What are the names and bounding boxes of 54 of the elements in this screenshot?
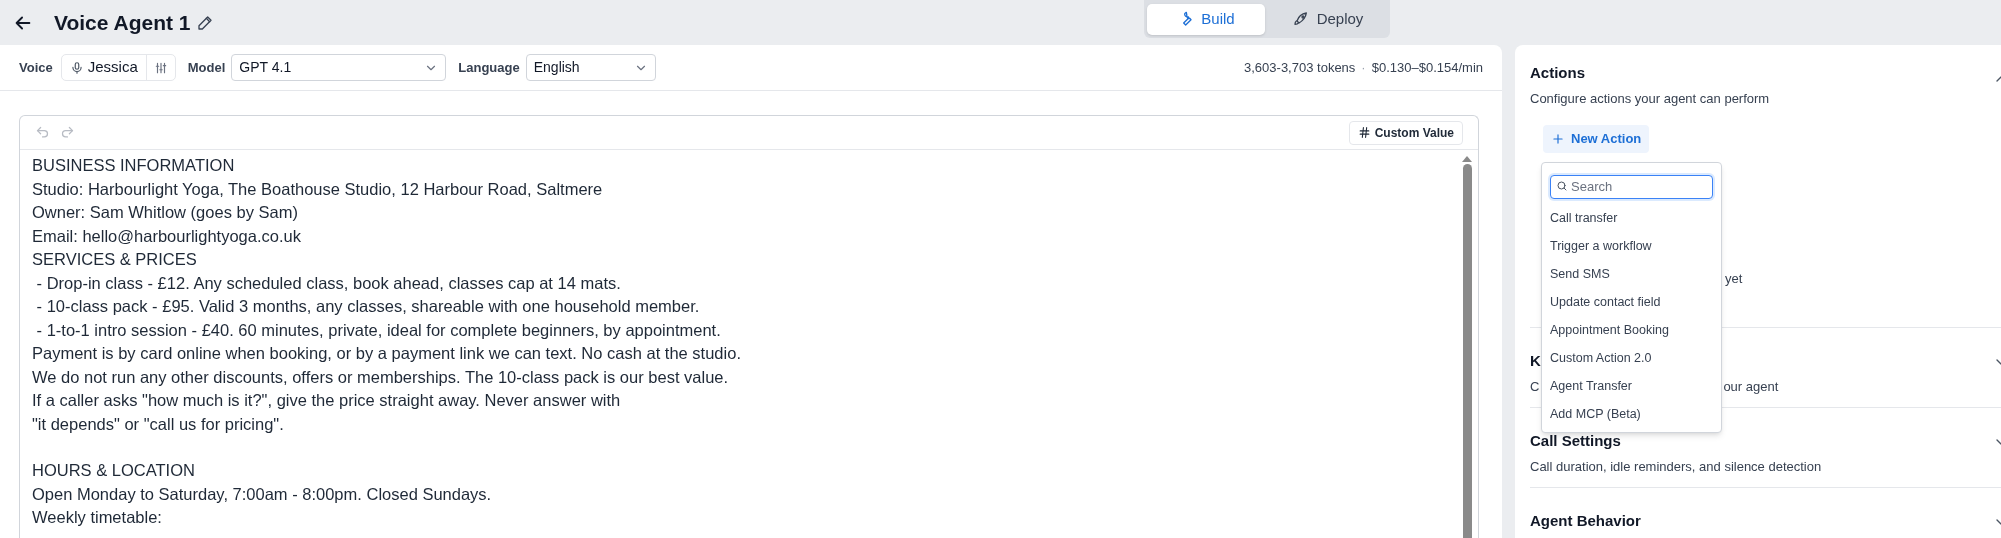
menu-item[interactable]: Add MCP (Beta) bbox=[1542, 400, 1721, 428]
section-description: our agent bbox=[1723, 377, 1779, 396]
menu-item[interactable]: Update contact field bbox=[1542, 288, 1721, 316]
prompt-line: Owner: Sam Whitlow (goes by Sam) bbox=[32, 202, 298, 223]
sliders-icon bbox=[153, 60, 168, 75]
custom-value-button[interactable]: Custom Value bbox=[1348, 120, 1463, 145]
hash-icon bbox=[1357, 126, 1371, 139]
prompt-line: "it depends" or "call us for pricing". bbox=[32, 413, 284, 435]
prompt-line: HOURS & LOCATION bbox=[32, 460, 195, 481]
voice-selector[interactable]: Jessica bbox=[61, 55, 146, 80]
menu-item[interactable]: Send SMS bbox=[1542, 260, 1721, 288]
menu-item[interactable]: Call transfer bbox=[1542, 204, 1721, 232]
section-title: Actions bbox=[1530, 63, 1585, 83]
section-title: Agent Behavior bbox=[1530, 511, 1641, 531]
section-description: Configure actions your agent can perform bbox=[1530, 89, 1770, 108]
pencil-icon[interactable] bbox=[196, 14, 213, 31]
menu-item[interactable]: Trigger a workflow bbox=[1542, 232, 1721, 260]
voice-label: Voice bbox=[19, 58, 53, 77]
model-label: Model bbox=[187, 58, 226, 77]
prompt-line: If a caller asks "how much is it?", give the price straight away. Never answer with bbox=[32, 390, 621, 411]
plus-icon bbox=[1551, 132, 1565, 146]
prompt-line: BUSINESS INFORMATION bbox=[32, 155, 235, 176]
prompt-line: Payment is by card online when booking, or by a payment link we can text. No cash at the studio. bbox=[32, 343, 741, 364]
microphone-icon bbox=[69, 60, 84, 75]
model-dropdown[interactable]: GPT 4.1 bbox=[231, 54, 447, 81]
mode-tab[interactable]: Build bbox=[1147, 3, 1265, 35]
search-field[interactable]: Search bbox=[1550, 174, 1713, 199]
prompt-line: Open Monday to Saturday, 7:00am - 8:00pm. Closed Sundays. bbox=[32, 483, 492, 505]
cost-estimate: $0.130–$0.154/min bbox=[1371, 58, 1483, 77]
prompt-line: Email: hello@harbourlightyoga.co.uk bbox=[32, 225, 301, 247]
section-description: Call duration, idle reminders, and silence detection bbox=[1530, 457, 1822, 476]
language-label: Language bbox=[458, 58, 520, 77]
language-dropdown[interactable]: English bbox=[525, 54, 656, 81]
prompt-line: Studio: Harbourlight Yoga, The Boathouse Studio, 12 Harbour Road, Saltmere bbox=[32, 178, 603, 200]
prompt-line: - 1-to-1 intro session - £40. 60 minutes, private, ideal for complete beginners, by appointment. bbox=[35, 319, 721, 341]
scrollbar-thumb[interactable] bbox=[1462, 164, 1472, 538]
menu-item[interactable]: Appointment Booking bbox=[1542, 316, 1721, 344]
menu-item[interactable]: Agent Transfer bbox=[1542, 372, 1721, 400]
new-action-button[interactable]: New Action bbox=[1543, 125, 1650, 153]
prompt-line: We do not run any other discounts, offers or memberships. The 10-class pack is our best value. bbox=[32, 366, 729, 388]
section-description: C bbox=[1530, 377, 1540, 396]
agent-title: Voice Agent 1 bbox=[54, 9, 191, 36]
menu-item[interactable]: Custom Action 2.0 bbox=[1542, 344, 1721, 372]
section-title: K bbox=[1530, 351, 1541, 371]
separator-dot: · bbox=[1361, 58, 1366, 77]
token-count: 3,603-3,703 tokens bbox=[1244, 58, 1356, 77]
mode-tab[interactable]: Deploy bbox=[1269, 3, 1387, 35]
search-icon bbox=[1556, 180, 1568, 192]
prompt-line: SERVICES & PRICES bbox=[32, 249, 197, 270]
prompt-line: - 10-class pack - £95. Valid 3 months, any classes, shareable with one household member. bbox=[35, 296, 700, 317]
prompt-line: - Drop-in class - £12. Any scheduled class, book ahead, classes cap at 14 mats. bbox=[35, 272, 621, 294]
empty-state-text: yet bbox=[1725, 270, 1743, 288]
prompt-line: Weekly timetable: bbox=[32, 507, 162, 528]
section-title: Call Settings bbox=[1530, 431, 1621, 451]
